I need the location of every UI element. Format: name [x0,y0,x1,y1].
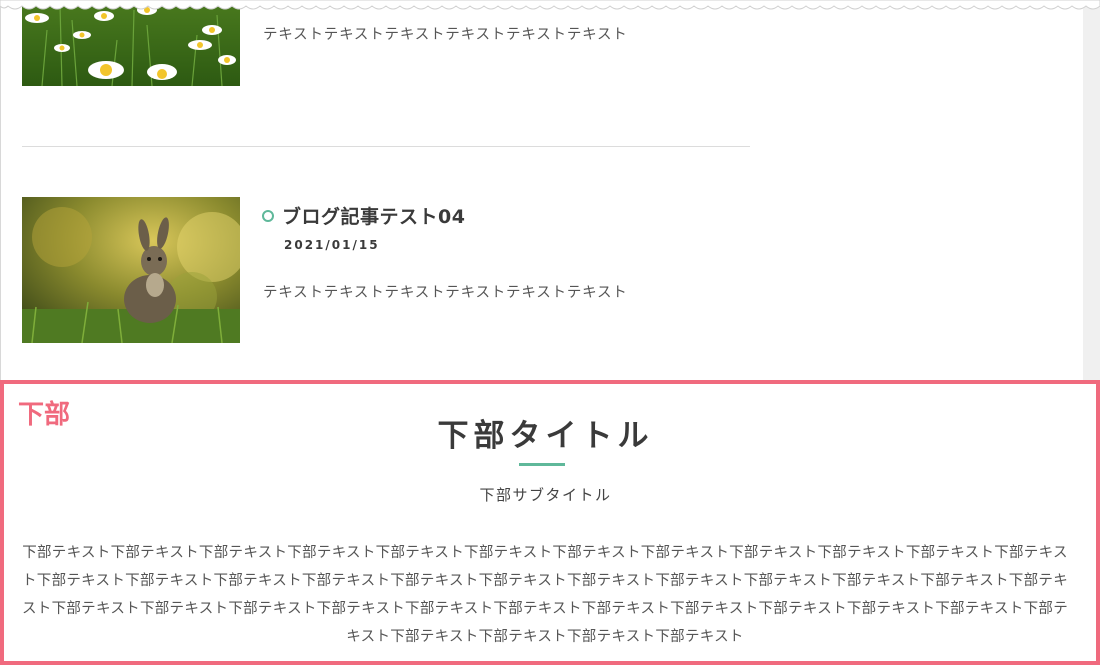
post-date: 2021/01/15 [284,238,380,252]
post-excerpt: テキストテキストテキストテキストテキストテキスト [263,27,628,43]
post-title[interactable]: ブログ記事テスト04 [262,202,465,229]
post-title-text[interactable]: ブログ記事テスト04 [282,202,465,229]
torn-edge-decoration [0,0,1100,10]
wild-rabbit-image [22,197,240,343]
title-underline [519,463,565,466]
post-divider [22,146,750,147]
section-title: 下部タイトル [437,418,654,454]
post-thumbnail[interactable] [22,197,240,343]
post-excerpt: テキストテキストテキストテキストテキストテキスト [263,285,628,301]
section-subtitle: 下部サブタイトル [479,486,612,504]
section-body-text: 下部テキスト下部テキスト下部テキスト下部テキスト下部テキスト下部テキスト下部テキ… [21,545,1068,645]
blog-post-item[interactable]: ブログ記事テスト04 2021/01/15 テキストテキストテキストテキストテキ… [22,197,752,343]
bottom-section: 下部 下部タイトル 下部サブタイトル 下部テキスト下部テキスト下部テキスト下部テ… [0,380,1100,665]
title-bullet-icon [262,209,274,222]
